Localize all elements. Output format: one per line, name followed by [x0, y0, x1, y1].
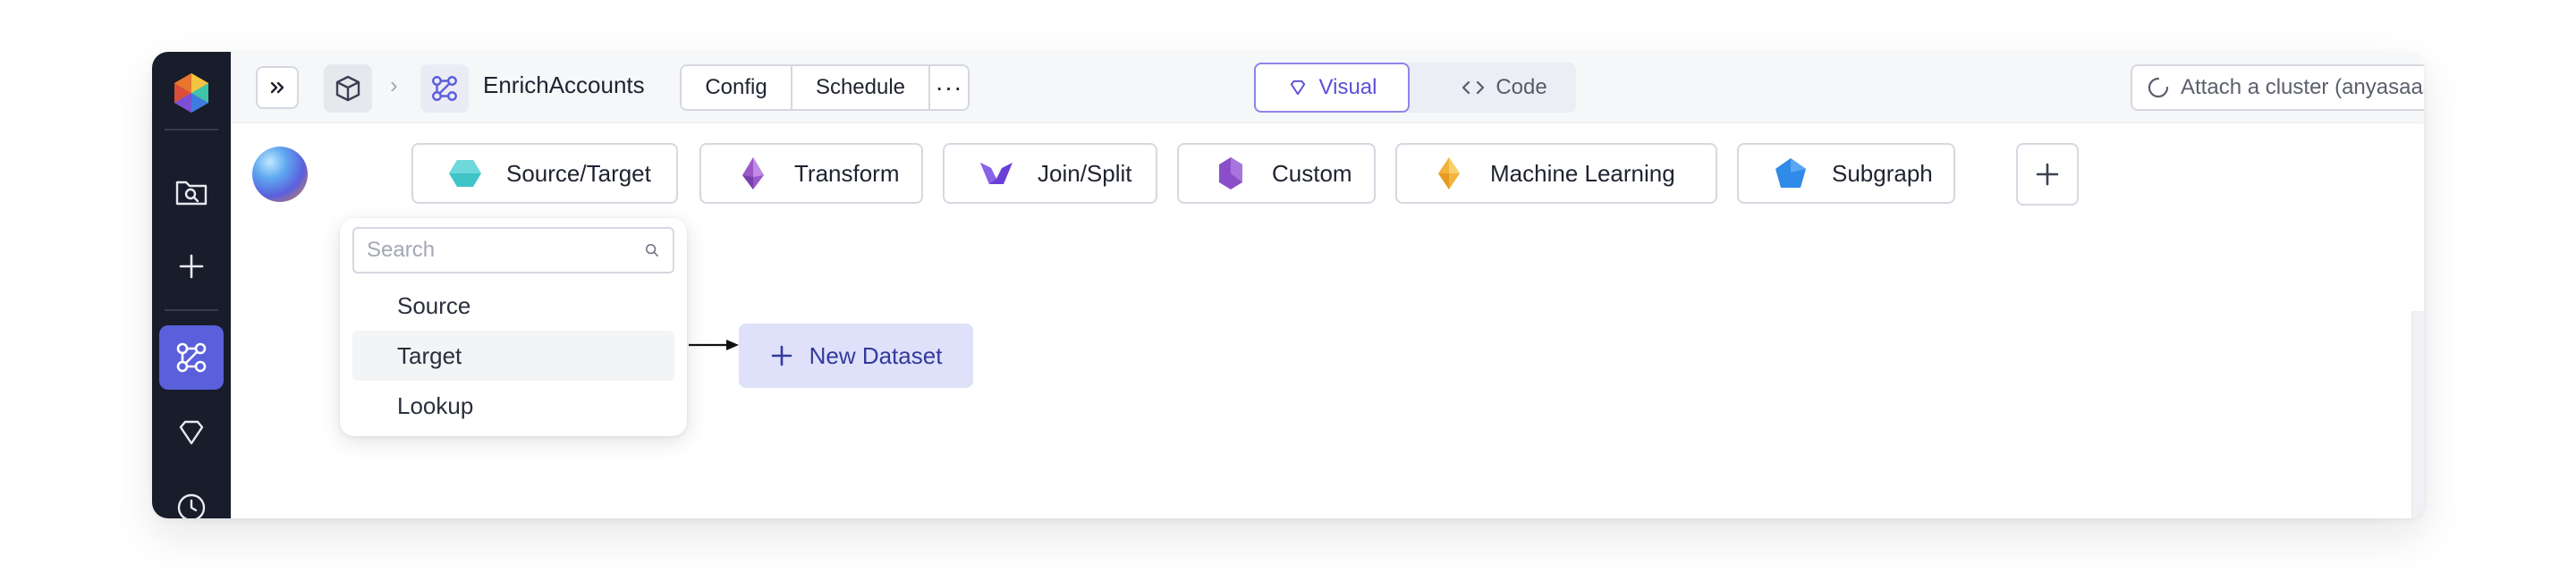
- sidebar: [152, 52, 231, 518]
- prophecy-logo-icon[interactable]: [170, 72, 213, 114]
- gem-category-machine-learning[interactable]: Machine Learning: [1395, 143, 1717, 204]
- top-toolbar: › EnrichAccounts Config Schedule ··· Vis…: [231, 52, 2424, 123]
- hexagon-icon: [1219, 157, 1242, 189]
- cluster-label: Attach a cluster (anyasaas): [2181, 75, 2424, 99]
- crystal-icon: [742, 157, 764, 189]
- plus-icon: [771, 345, 792, 366]
- new-dataset-button[interactable]: New Dataset: [739, 324, 973, 388]
- diamond-icon: [1438, 157, 1460, 189]
- search-icon: [646, 244, 658, 257]
- copilot-orb-icon[interactable]: [252, 147, 308, 202]
- canvas-scrollbar[interactable]: [2411, 311, 2424, 518]
- new-dataset-label: New Dataset: [809, 341, 943, 369]
- gem-category-subgraph[interactable]: Subgraph: [1737, 143, 1955, 204]
- breadcrumb-chevron-icon: ›: [390, 72, 398, 98]
- schedule-button[interactable]: Schedule: [792, 66, 930, 109]
- sidebar-divider: [165, 309, 218, 311]
- menu-search-input[interactable]: [367, 238, 644, 263]
- gem-category-label: Machine Learning: [1490, 159, 1675, 187]
- gem-category-custom[interactable]: Custom: [1177, 143, 1376, 204]
- config-button[interactable]: Config: [682, 66, 792, 109]
- visual-tab-label: Visual: [1318, 75, 1377, 99]
- plus-icon: [2036, 163, 2059, 186]
- sidebar-divider: [165, 129, 218, 130]
- expand-sidebar-button[interactable]: [256, 66, 299, 109]
- gem-category-label: Source/Target: [506, 159, 651, 187]
- gem-icon: [1290, 80, 1305, 96]
- view-mode-toggle: Visual Code: [1254, 63, 1576, 113]
- more-options-button[interactable]: ···: [930, 66, 968, 109]
- menu-item-target[interactable]: Target: [352, 331, 674, 381]
- code-tab[interactable]: Code: [1442, 63, 1567, 113]
- menu-search-field[interactable]: [352, 227, 674, 273]
- code-tab-label: Code: [1496, 75, 1547, 99]
- spinner-icon: [2148, 77, 2169, 98]
- sidebar-item-browse[interactable]: [159, 159, 224, 223]
- visual-tab[interactable]: Visual: [1254, 63, 1410, 113]
- main-panel: › EnrichAccounts Config Schedule ··· Vis…: [231, 52, 2424, 518]
- gem-icon: [179, 420, 204, 445]
- attach-cluster-dropdown[interactable]: Attach a cluster (anyasaas): [2131, 64, 2424, 111]
- connection-arrow-icon: [689, 340, 739, 350]
- plus-icon: [179, 254, 204, 279]
- sidebar-item-create[interactable]: [159, 234, 224, 299]
- sidebar-item-history[interactable]: [159, 475, 224, 518]
- pipeline-button[interactable]: [420, 64, 469, 113]
- menu-item-lookup[interactable]: Lookup: [352, 381, 674, 431]
- gem-category-transform[interactable]: Transform: [699, 143, 923, 204]
- sidebar-item-gems[interactable]: [159, 400, 224, 465]
- gem-category-label: Join/Split: [1038, 159, 1132, 187]
- cube-icon: [335, 75, 360, 102]
- pipeline-actions: Config Schedule ···: [680, 64, 970, 111]
- chevrons-right-icon: [270, 81, 284, 94]
- gem-category-label: Custom: [1272, 159, 1352, 187]
- join-split-icon: [980, 163, 1013, 184]
- gem-category-join-split[interactable]: Join/Split: [943, 143, 1157, 204]
- menu-item-source[interactable]: Source: [352, 281, 674, 331]
- pentagon-icon: [1775, 158, 1806, 188]
- folder-search-icon: [175, 181, 208, 206]
- pipeline-icon: [432, 76, 457, 101]
- pipeline-name: EnrichAccounts: [483, 72, 645, 98]
- add-gem-button[interactable]: [2016, 143, 2079, 206]
- gem-category-label: Transform: [794, 159, 900, 187]
- gem-category-label: Subgraph: [1832, 159, 1933, 187]
- source-target-menu: Source Target Lookup: [340, 218, 687, 436]
- hexagon-icon: [449, 160, 481, 187]
- code-icon: [1462, 80, 1485, 95]
- sidebar-item-pipelines[interactable]: [159, 325, 224, 390]
- gem-category-source-target[interactable]: Source/Target: [411, 143, 678, 204]
- pipeline-icon: [176, 342, 207, 373]
- project-button[interactable]: [324, 64, 372, 113]
- app-window: › EnrichAccounts Config Schedule ··· Vis…: [152, 52, 2424, 518]
- clock-icon: [177, 493, 206, 518]
